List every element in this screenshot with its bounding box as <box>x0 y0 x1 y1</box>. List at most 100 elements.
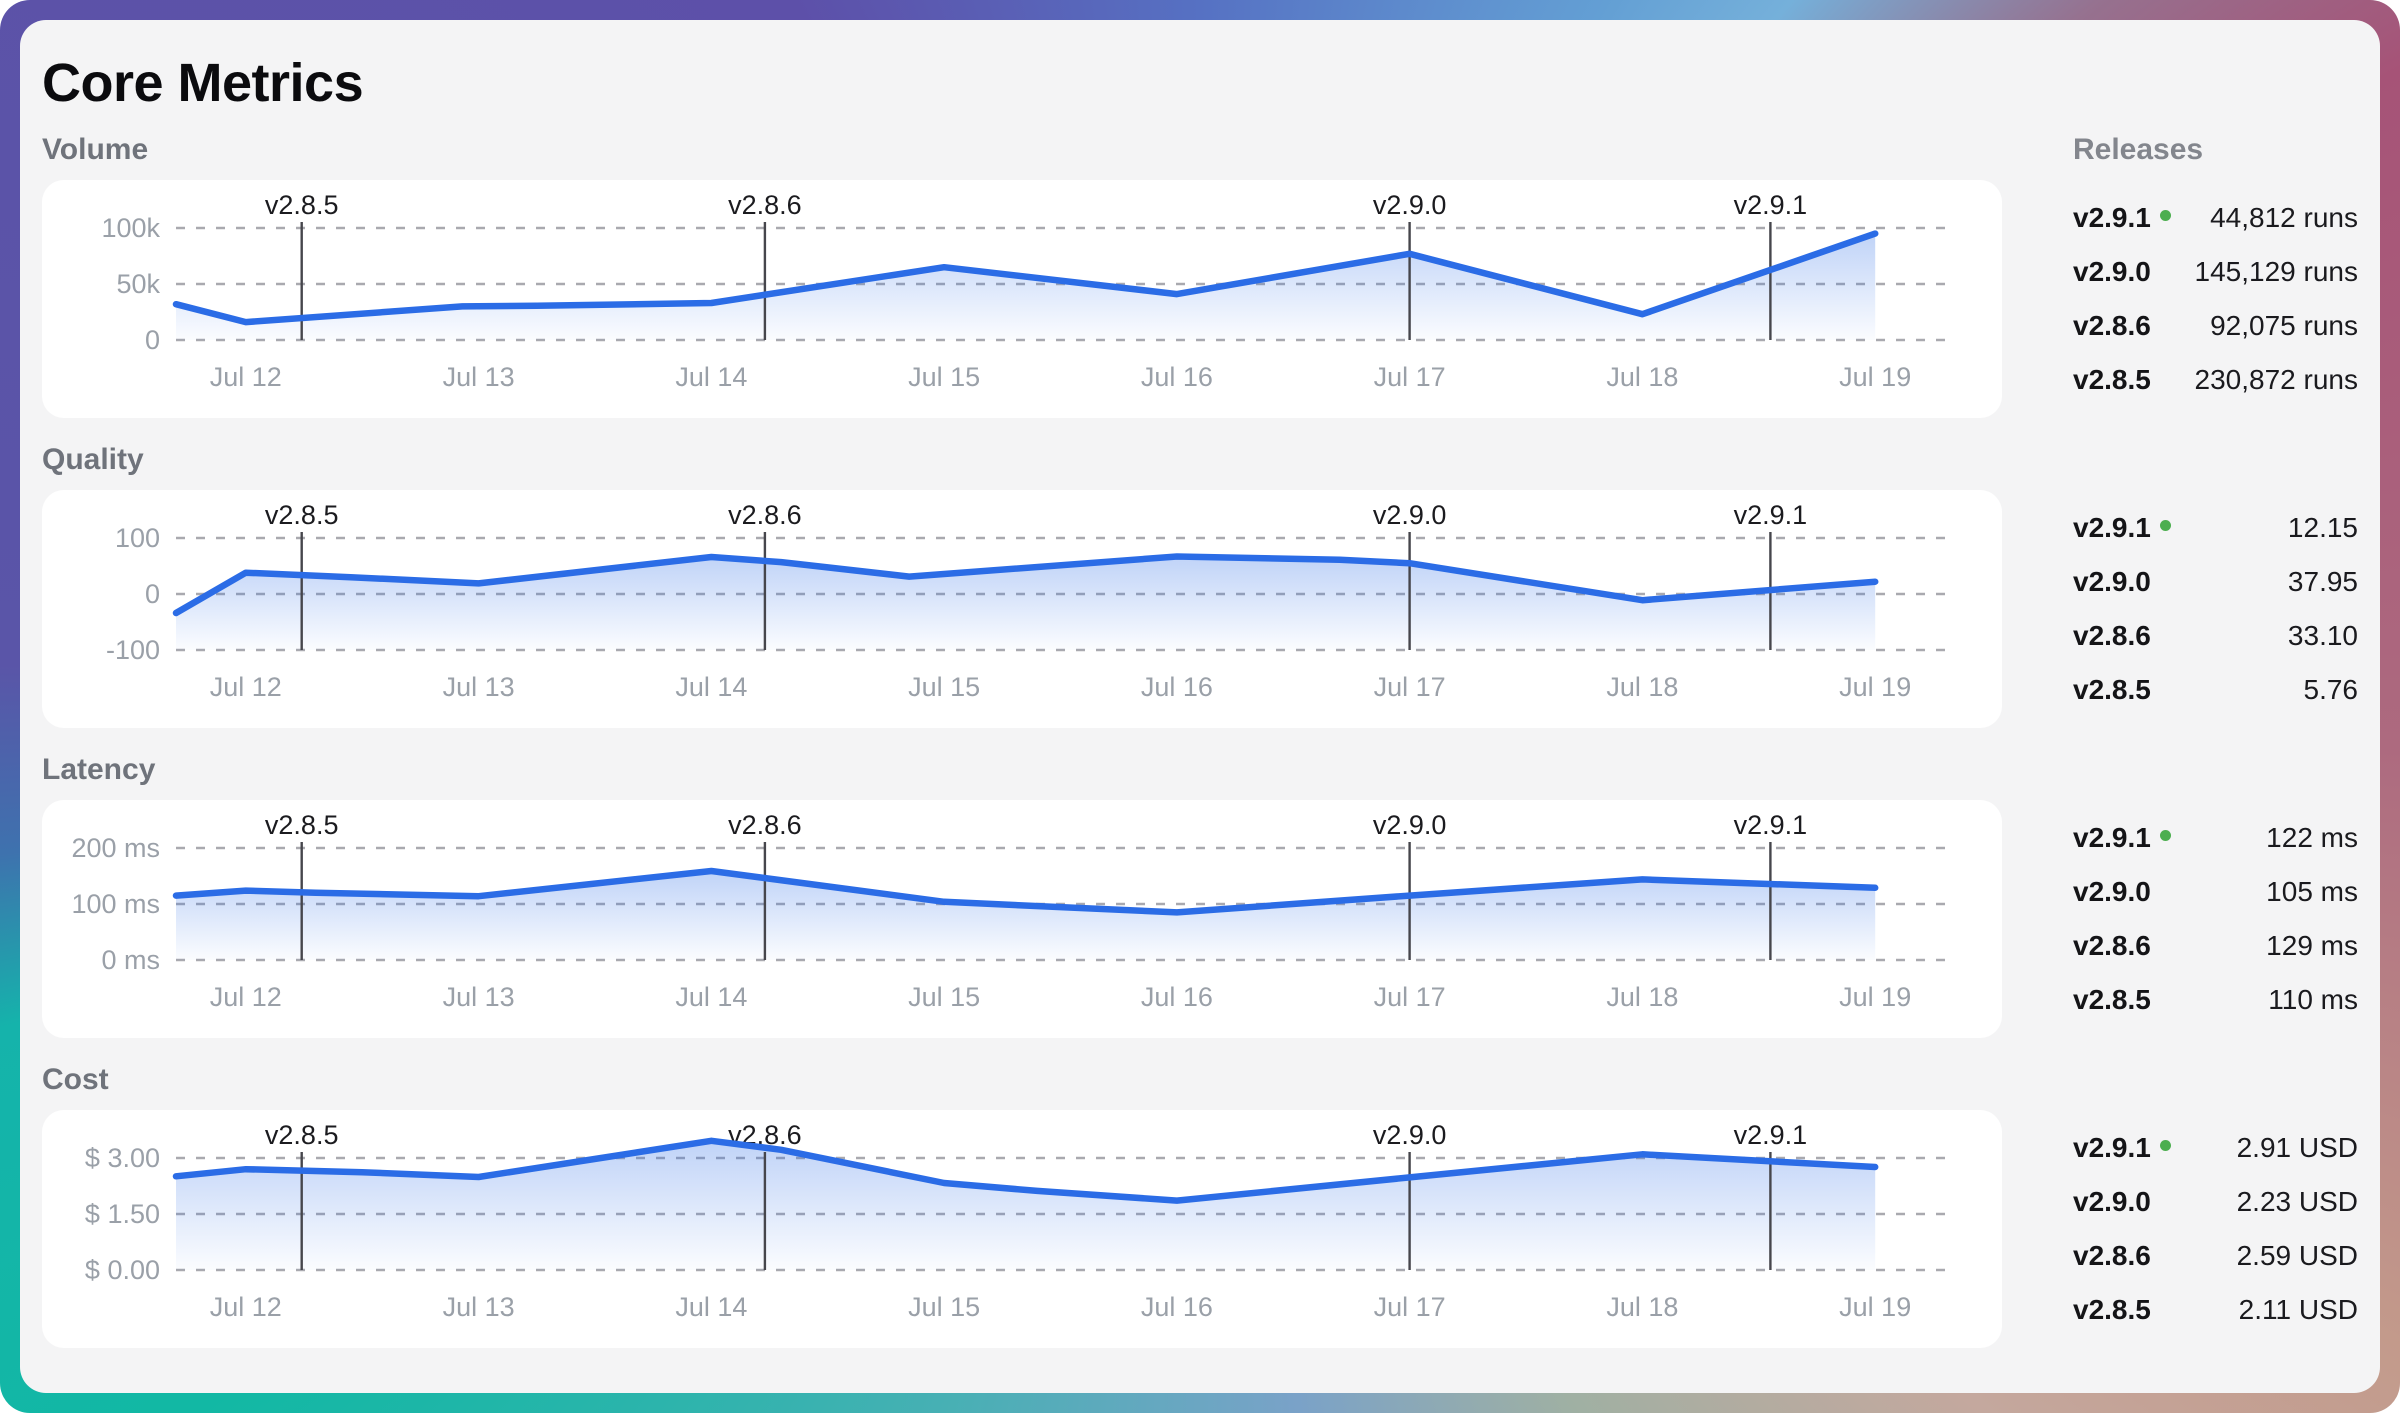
x-tick-label: Jul 12 <box>210 982 282 1012</box>
release-version-label: v2.8.6 <box>2073 1240 2151 1272</box>
current-release-dot <box>2160 830 2171 841</box>
x-tick-label: Jul 16 <box>1141 982 1213 1012</box>
y-tick-label: $ 1.50 <box>85 1199 160 1229</box>
metric-chart[interactable]: $ 3.00$ 1.50$ 0.00v2.8.5v2.8.6v2.9.0v2.9… <box>42 1110 2002 1348</box>
release-version: v2.9.1 <box>2073 202 2171 234</box>
area-fill <box>176 871 1875 960</box>
release-marker-label: v2.9.0 <box>1373 190 1447 220</box>
release-version: v2.8.6 <box>2073 620 2151 652</box>
x-tick-label: Jul 14 <box>675 1292 747 1322</box>
release-row: v2.9.0 2.23 USD <box>2073 1175 2358 1229</box>
release-row: v2.9.1 122 ms <box>2073 811 2358 865</box>
section-label-volume: Volume <box>42 132 2002 168</box>
metric-chart[interactable]: 100k50k0v2.8.5v2.8.6v2.9.0v2.9.1Jul 12Ju… <box>42 180 2002 418</box>
release-value: 33.10 <box>2288 620 2358 652</box>
gradient-frame: Core Metrics Volume Releases 100k50k0v2.… <box>0 0 2400 1413</box>
core-metrics-card: Core Metrics Volume Releases 100k50k0v2.… <box>20 20 2380 1393</box>
y-tick-label: $ 0.00 <box>85 1255 160 1285</box>
release-row: v2.9.1 12.15 <box>2073 501 2358 555</box>
release-value: 2.59 USD <box>2237 1240 2358 1272</box>
release-value: 44,812 runs <box>2210 202 2358 234</box>
chart-panel-volume[interactable]: 100k50k0v2.8.5v2.8.6v2.9.0v2.9.1Jul 12Ju… <box>42 180 2002 418</box>
x-tick-label: Jul 17 <box>1374 982 1446 1012</box>
section-label-quality: Quality <box>42 442 2002 478</box>
release-row: v2.9.0 105 ms <box>2073 865 2358 919</box>
release-version: v2.9.0 <box>2073 566 2151 598</box>
release-value: 12.15 <box>2288 512 2358 544</box>
x-tick-label: Jul 14 <box>675 982 747 1012</box>
release-marker-label: v2.8.6 <box>728 810 802 840</box>
release-marker-label: v2.9.0 <box>1373 1120 1447 1150</box>
metrics-grid: Volume Releases 100k50k0v2.8.5v2.8.6v2.9… <box>42 132 2358 1348</box>
y-tick-label: 100 <box>115 523 160 553</box>
release-version-label: v2.9.1 <box>2073 1132 2151 1164</box>
release-value: 92,075 runs <box>2210 310 2358 342</box>
release-value: 122 ms <box>2266 822 2358 854</box>
area-fill <box>176 1141 1875 1270</box>
release-marker-label: v2.8.6 <box>728 190 802 220</box>
x-tick-label: Jul 12 <box>210 1292 282 1322</box>
release-row: v2.9.1 44,812 runs <box>2073 191 2358 245</box>
release-version-label: v2.8.5 <box>2073 674 2151 706</box>
y-tick-label: 0 ms <box>101 945 160 975</box>
release-version-label: v2.9.1 <box>2073 512 2151 544</box>
chart-panel-cost[interactable]: $ 3.00$ 1.50$ 0.00v2.8.5v2.8.6v2.9.0v2.9… <box>42 1110 2002 1348</box>
x-tick-label: Jul 18 <box>1606 672 1678 702</box>
release-version: v2.8.5 <box>2073 674 2151 706</box>
x-tick-label: Jul 12 <box>210 672 282 702</box>
x-tick-label: Jul 17 <box>1374 362 1446 392</box>
area-fill <box>176 234 1875 340</box>
release-version-label: v2.8.6 <box>2073 930 2151 962</box>
release-row: v2.8.5 110 ms <box>2073 973 2358 1027</box>
x-tick-label: Jul 14 <box>675 672 747 702</box>
current-release-dot <box>2160 210 2171 221</box>
x-tick-label: Jul 13 <box>443 672 515 702</box>
release-version: v2.8.5 <box>2073 984 2151 1016</box>
release-version: v2.9.1 <box>2073 1132 2171 1164</box>
release-row: v2.8.5 2.11 USD <box>2073 1283 2358 1337</box>
x-tick-label: Jul 15 <box>908 1292 980 1322</box>
release-version-label: v2.9.0 <box>2073 256 2151 288</box>
release-group-latency: v2.9.1 122 ms v2.9.0 105 ms v2.8.6 129 m… <box>2073 811 2358 1027</box>
x-tick-label: Jul 16 <box>1141 362 1213 392</box>
x-tick-label: Jul 16 <box>1141 672 1213 702</box>
x-tick-label: Jul 13 <box>443 982 515 1012</box>
release-value: 5.76 <box>2304 674 2359 706</box>
release-version-label: v2.9.0 <box>2073 1186 2151 1218</box>
release-version: v2.9.0 <box>2073 876 2151 908</box>
release-version: v2.9.0 <box>2073 256 2151 288</box>
y-tick-label: 0 <box>145 579 160 609</box>
release-marker-label: v2.9.0 <box>1373 810 1447 840</box>
release-group-volume: v2.9.1 44,812 runs v2.9.0 145,129 runs v… <box>2073 191 2358 407</box>
release-version-label: v2.8.5 <box>2073 1294 2151 1326</box>
x-tick-label: Jul 12 <box>210 362 282 392</box>
release-version: v2.9.1 <box>2073 512 2171 544</box>
release-value: 110 ms <box>2268 984 2358 1016</box>
release-marker-label: v2.8.5 <box>265 810 339 840</box>
y-tick-label: $ 3.00 <box>85 1143 160 1173</box>
chart-panel-quality[interactable]: 1000-100v2.8.5v2.8.6v2.9.0v2.9.1Jul 12Ju… <box>42 490 2002 728</box>
release-group-quality: v2.9.1 12.15 v2.9.0 37.95 v2.8.6 33.10 v… <box>2073 501 2358 717</box>
current-release-dot <box>2160 520 2171 531</box>
x-tick-label: Jul 19 <box>1839 362 1911 392</box>
release-version: v2.8.6 <box>2073 930 2151 962</box>
metric-chart[interactable]: 200 ms100 ms0 msv2.8.5v2.8.6v2.9.0v2.9.1… <box>42 800 2002 1038</box>
release-version-label: v2.9.0 <box>2073 566 2151 598</box>
x-tick-label: Jul 18 <box>1606 1292 1678 1322</box>
release-marker-label: v2.9.1 <box>1734 1120 1808 1150</box>
x-tick-label: Jul 17 <box>1374 672 1446 702</box>
release-version: v2.8.5 <box>2073 364 2151 396</box>
release-version-label: v2.9.1 <box>2073 822 2151 854</box>
release-row: v2.8.6 2.59 USD <box>2073 1229 2358 1283</box>
y-tick-label: 100k <box>101 213 160 243</box>
metric-chart[interactable]: 1000-100v2.8.5v2.8.6v2.9.0v2.9.1Jul 12Ju… <box>42 490 2002 728</box>
release-row: v2.8.6 33.10 <box>2073 609 2358 663</box>
release-value: 2.91 USD <box>2237 1132 2358 1164</box>
release-version-label: v2.9.0 <box>2073 876 2151 908</box>
chart-panel-latency[interactable]: 200 ms100 ms0 msv2.8.5v2.8.6v2.9.0v2.9.1… <box>42 800 2002 1038</box>
x-tick-label: Jul 19 <box>1839 672 1911 702</box>
release-value: 129 ms <box>2266 930 2358 962</box>
release-row: v2.9.1 2.91 USD <box>2073 1121 2358 1175</box>
release-marker-label: v2.8.5 <box>265 190 339 220</box>
section-label-cost: Cost <box>42 1062 2002 1098</box>
